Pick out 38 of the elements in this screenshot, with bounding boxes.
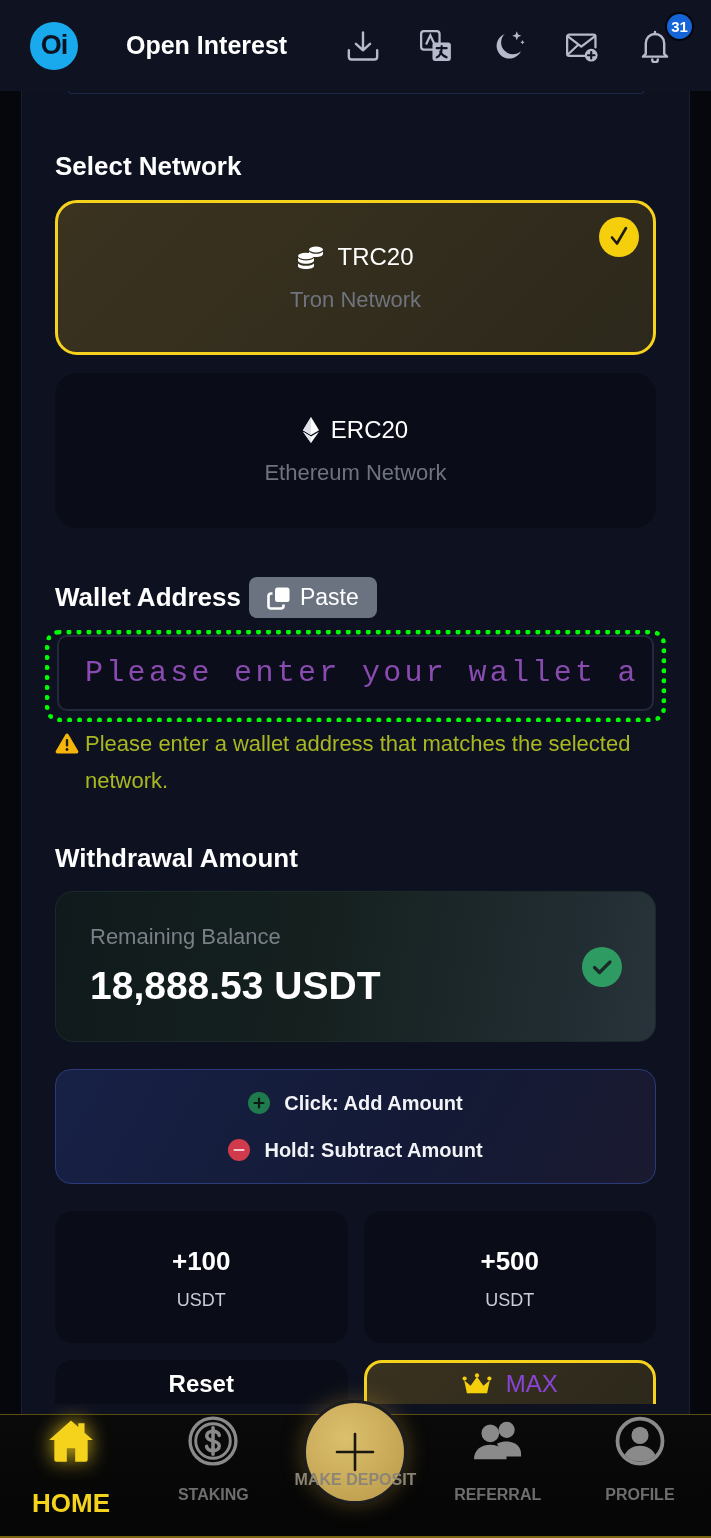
network-name: ERC20: [330, 414, 409, 445]
warning-message: Please enter a wallet address that matches the selected network.: [85, 730, 632, 795]
balance-amount: 18,888.53 USDT: [90, 963, 381, 1009]
crown-icon: [461, 1372, 492, 1395]
plus-circle-icon: [248, 1092, 271, 1114]
download-icon[interactable]: [346, 28, 380, 63]
amount-preset-button[interactable]: +100 USDT: [55, 1211, 348, 1343]
translate-icon[interactable]: [419, 28, 453, 63]
coins-icon: [297, 244, 326, 269]
balance-label: Remaining Balance: [90, 924, 281, 950]
warning-icon: [55, 732, 79, 754]
app-title: Open Interest: [126, 31, 288, 60]
network-option[interactable]: ERC20 Ethereum Network: [55, 373, 656, 528]
section-title: Withdrawal Amount: [55, 843, 299, 873]
nav-item[interactable]: PROFILE: [568, 1415, 711, 1536]
network-description: Tron Network: [289, 285, 422, 314]
user-circle-icon: [614, 1416, 665, 1466]
dollar-coin-icon: [188, 1416, 239, 1466]
hint-text: Hold: Subtract Amount: [264, 1138, 483, 1163]
wallet-address-field[interactable]: Please enter your wallet a: [45, 630, 666, 722]
minus-circle-icon: [228, 1139, 251, 1161]
network-description: Ethereum Network: [264, 458, 447, 487]
amount-preset-button[interactable]: +500 USDT: [363, 1211, 656, 1343]
nav-item[interactable]: HOME: [0, 1415, 143, 1536]
field-label: Wallet Address: [55, 582, 241, 613]
nav-item[interactable]: REFERRAL: [426, 1415, 569, 1536]
nav-item[interactable]: STAKING: [142, 1415, 285, 1536]
notification-badge: 31: [665, 11, 694, 41]
copy-icon: [266, 585, 291, 610]
network-option[interactable]: TRC20 Tron Network: [55, 200, 656, 355]
reset-button[interactable]: Reset: [55, 1360, 348, 1404]
network-name: TRC20: [337, 241, 414, 272]
logo[interactable]: Oi: [30, 21, 78, 70]
paste-button[interactable]: Paste: [248, 577, 377, 618]
diamond-icon: [302, 416, 319, 443]
check-badge-icon: [599, 217, 639, 257]
hint-text: Click: Add Amount: [284, 1091, 463, 1116]
section-title: Select Network: [55, 151, 243, 181]
